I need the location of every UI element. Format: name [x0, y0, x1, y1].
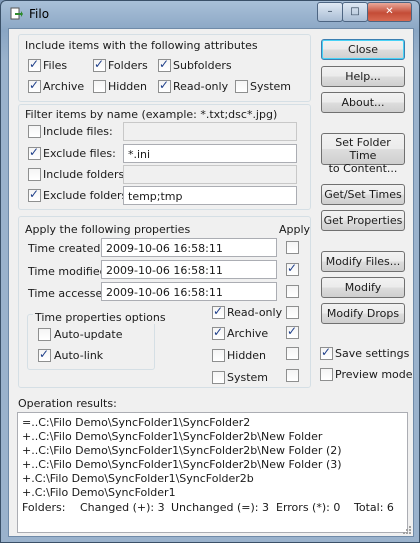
apply-hidden-checkbox[interactable]: [286, 347, 299, 360]
apply-time-modified-checkbox[interactable]: [286, 261, 299, 276]
time-modified-input[interactable]: 2009-10-06 16:58:11: [101, 260, 277, 279]
modify-files-button[interactable]: Modify Files...: [321, 251, 405, 272]
save-settings-checkbox[interactable]: [320, 345, 333, 360]
maximize-button[interactable]: □: [342, 2, 368, 22]
auto-update-checkbox[interactable]: [38, 328, 51, 341]
folders-checkbox[interactable]: [93, 57, 106, 72]
resize-grip-icon[interactable]: [401, 524, 411, 534]
prop-hidden-checkbox[interactable]: [212, 349, 225, 362]
close-window-button[interactable]: ✕: [367, 2, 412, 22]
folders-label: Folders: [108, 59, 148, 72]
close-button[interactable]: Close: [321, 39, 405, 60]
prop-system-checkbox[interactable]: [212, 371, 225, 384]
exclude-folders-label: Exclude folders:: [43, 189, 131, 202]
preview-mode-checkbox[interactable]: [320, 368, 333, 381]
include-files-checkbox[interactable]: [28, 125, 41, 138]
main-panel: Include items with the following attribu…: [8, 28, 414, 537]
result-line: +..C:\Filo Demo\SyncFolder1\SyncFolder2b…: [22, 444, 342, 457]
attributes-heading: Include items with the following attribu…: [25, 39, 258, 52]
files-checkbox[interactable]: [28, 57, 41, 72]
window-title: Filo: [29, 7, 50, 21]
summary-unchanged: Unchanged (=): 3: [171, 501, 269, 514]
readonly-label: Read-only: [173, 80, 229, 93]
prop-hidden-label: Hidden: [227, 349, 267, 362]
result-line: +.C:\Filo Demo\SyncFolder1\SyncFolder2b: [22, 472, 254, 485]
filo-window: Filo – □ ✕ Include items with the follow…: [0, 0, 420, 543]
set-folder-time-button[interactable]: Set Folder Time to Content...: [321, 133, 405, 175]
include-folders-input[interactable]: [123, 165, 297, 184]
results-box[interactable]: =..C:\Filo Demo\SyncFolder1\SyncFolder2 …: [17, 412, 408, 533]
minimize-button[interactable]: –: [317, 2, 343, 22]
modify-folder-button[interactable]: Modify Folder...: [321, 277, 405, 314]
apply-system-checkbox[interactable]: [286, 369, 299, 382]
auto-link-label: Auto-link: [54, 349, 104, 362]
files-label: Files: [43, 59, 68, 72]
summary-errors: Errors (*): 0: [276, 501, 341, 514]
time-created-input[interactable]: 2009-10-06 16:58:11: [101, 238, 277, 257]
properties-heading: Apply the following properties: [25, 223, 191, 236]
time-modified-label: Time modified:: [28, 265, 111, 278]
exclude-files-checkbox[interactable]: [28, 145, 41, 160]
exclude-files-input[interactable]: *.ini: [123, 144, 297, 163]
time-created-label: Time created:: [28, 242, 105, 255]
help-button[interactable]: Help...: [321, 66, 405, 87]
summary-label: Folders:: [22, 501, 66, 514]
filter-heading: Filter items by name (example: *.txt;dsc…: [25, 108, 278, 121]
system-label: System: [250, 80, 292, 93]
result-line: +..C:\Filo Demo\SyncFolder1\SyncFolder2b…: [22, 458, 342, 471]
readonly-checkbox[interactable]: [158, 78, 171, 93]
prop-system-label: System: [227, 371, 269, 384]
include-files-label: Include files:: [43, 125, 113, 138]
apply-time-created-checkbox[interactable]: [286, 241, 299, 254]
exclude-folders-checkbox[interactable]: [28, 187, 41, 202]
get-properties-button[interactable]: Get Properties: [321, 210, 405, 231]
prop-archive-label: Archive: [227, 327, 269, 340]
modify-drops-button[interactable]: Modify Drops: [321, 303, 405, 324]
subfolders-checkbox[interactable]: [158, 57, 171, 72]
include-folders-label: Include folders:: [43, 168, 128, 181]
apply-readonly-checkbox[interactable]: [286, 306, 299, 319]
prop-archive-checkbox[interactable]: [212, 325, 225, 340]
prop-readonly-checkbox[interactable]: [212, 304, 225, 319]
hidden-checkbox[interactable]: [93, 80, 106, 93]
prop-readonly-label: Read-only: [227, 306, 283, 319]
get-set-times-button[interactable]: Get/Set Times: [321, 184, 405, 205]
archive-label: Archive: [43, 80, 85, 93]
summary-changed: Changed (+): 3: [80, 501, 165, 514]
include-files-input[interactable]: [123, 122, 297, 141]
exclude-files-label: Exclude files:: [43, 147, 116, 160]
time-accessed-input[interactable]: 2009-10-06 16:58:11: [101, 282, 277, 301]
auto-link-checkbox[interactable]: [38, 347, 51, 362]
app-icon: [10, 7, 23, 20]
result-line: +.C:\Filo Demo\SyncFolder1: [22, 486, 176, 499]
result-line: =..C:\Filo Demo\SyncFolder1\SyncFolder2: [22, 416, 251, 429]
summary-total: Total: 6: [354, 501, 394, 514]
subfolders-label: Subfolders: [173, 59, 232, 72]
archive-checkbox[interactable]: [28, 78, 41, 93]
about-button[interactable]: About...: [321, 92, 405, 113]
include-folders-checkbox[interactable]: [28, 168, 41, 181]
auto-update-label: Auto-update: [54, 328, 123, 341]
apply-archive-checkbox[interactable]: [286, 324, 299, 339]
system-checkbox[interactable]: [235, 80, 248, 93]
preview-mode-label: Preview mode: [335, 368, 413, 381]
save-settings-label: Save settings: [335, 347, 410, 360]
apply-heading: Apply: [279, 223, 311, 236]
exclude-folders-input[interactable]: temp;tmp: [123, 186, 297, 205]
apply-time-accessed-checkbox[interactable]: [286, 285, 299, 298]
results-heading: Operation results:: [18, 397, 117, 410]
title-bar[interactable]: Filo – □ ✕: [1, 1, 419, 29]
hidden-label: Hidden: [108, 80, 148, 93]
time-options-heading: Time properties options: [33, 311, 168, 324]
result-line: +..C:\Filo Demo\SyncFolder1\SyncFolder2b…: [22, 430, 323, 443]
